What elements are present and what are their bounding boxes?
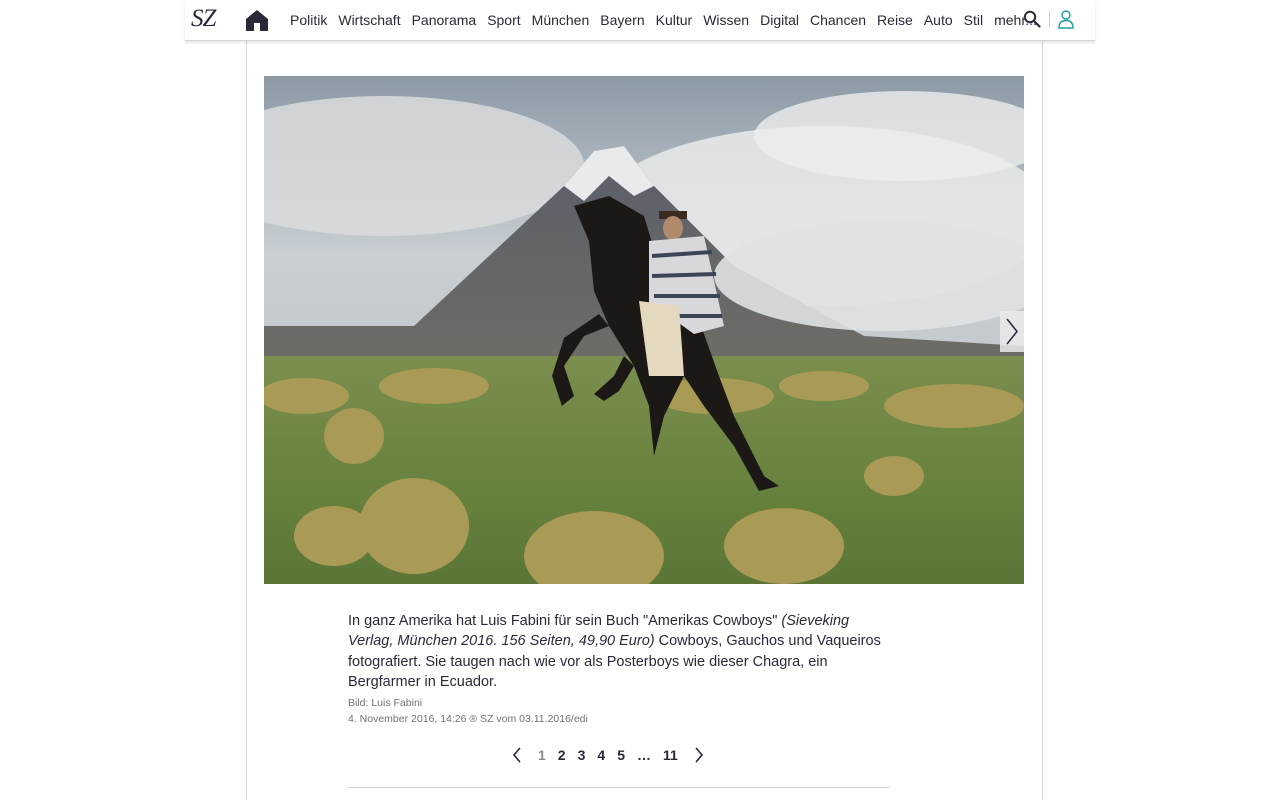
gallery-next-button[interactable] <box>1000 311 1024 352</box>
photo-meta: Bild: Luis Fabini 4. November 2016, 14:2… <box>348 695 588 727</box>
nav-item-wirtschaft[interactable]: Wirtschaft <box>338 12 400 28</box>
nav-item-münchen[interactable]: München <box>532 12 590 28</box>
caption-text: In ganz Amerika hat Luis Fabini für sein… <box>348 613 782 629</box>
pagination-page-3[interactable]: 3 <box>572 747 592 763</box>
gallery-photo[interactable] <box>264 76 1024 584</box>
nav-item-bayern[interactable]: Bayern <box>600 12 644 28</box>
pagination-page-5[interactable]: 5 <box>611 747 631 763</box>
pagination-next-button[interactable] <box>690 744 708 766</box>
nav-item-wissen[interactable]: Wissen <box>703 12 749 28</box>
content-border-left <box>246 40 247 800</box>
pagination-pages: 1 2 3 4 5 … 11 <box>532 747 684 763</box>
nav-menu: Politik Wirtschaft Panorama Sport München Bay… <box>290 0 1048 40</box>
content-border-right <box>1042 40 1043 800</box>
cowboy-on-horse-photo <box>264 76 1024 584</box>
home-icon[interactable] <box>245 8 269 32</box>
photo-credit: Bild: Luis Fabini <box>348 697 423 709</box>
nav-item-politik[interactable]: Politik <box>290 12 327 28</box>
photo-caption: In ganz Amerika hat Luis Fabini für sein… <box>348 611 896 692</box>
chevron-right-icon <box>1006 318 1018 345</box>
pagination-page-4[interactable]: 4 <box>591 747 611 763</box>
chevron-right-icon <box>695 747 703 763</box>
nav-item-stil[interactable]: Stil <box>964 12 983 28</box>
top-navigation: SZ Politik Wirtschaft Panorama Sport München… <box>185 0 1095 41</box>
nav-item-auto[interactable]: Auto <box>924 12 953 28</box>
nav-item-kultur[interactable]: Kultur <box>656 12 693 28</box>
nav-divider <box>1049 11 1050 27</box>
user-icon[interactable] <box>1057 9 1075 29</box>
pagination-ellipsis: … <box>636 747 651 763</box>
publish-dateline: 4. November 2016, 14:26 ® SZ vom 03.11.2… <box>348 713 588 725</box>
pagination-prev-button[interactable] <box>508 744 526 766</box>
nav-item-sport[interactable]: Sport <box>487 12 520 28</box>
nav-item-reise[interactable]: Reise <box>877 12 913 28</box>
pagination-divider <box>348 787 890 788</box>
pagination-page-11[interactable]: 11 <box>657 747 684 763</box>
nav-item-chancen[interactable]: Chancen <box>810 12 866 28</box>
gallery-pagination: 1 2 3 4 5 … 11 <box>508 744 708 766</box>
pagination-page-2[interactable]: 2 <box>552 747 572 763</box>
search-icon[interactable] <box>1023 10 1041 28</box>
nav-item-digital[interactable]: Digital <box>760 12 799 28</box>
sz-logo[interactable]: SZ <box>191 5 216 33</box>
chevron-left-icon <box>512 747 521 763</box>
pagination-page-1: 1 <box>538 747 546 763</box>
nav-item-panorama[interactable]: Panorama <box>412 12 477 28</box>
